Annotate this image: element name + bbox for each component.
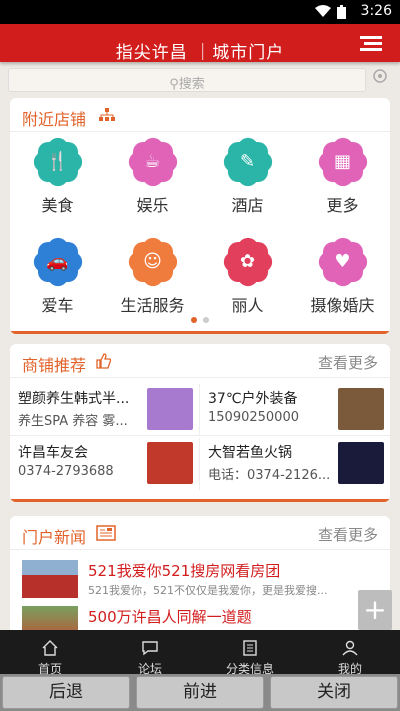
tab-item[interactable]: 论坛 (100, 630, 200, 676)
news-view-more[interactable]: 查看更多 (318, 524, 378, 545)
news-thumbnail (22, 560, 78, 598)
category-item[interactable]: 🚗 爱车 (10, 233, 105, 316)
shop-item[interactable]: 大智若鱼火锅电话：0374-2126... (200, 438, 390, 490)
location-icon[interactable] (372, 68, 388, 84)
portal-news-title: 门户新闻 (22, 528, 87, 547)
news-item[interactable]: 521我爱你521搜房网看房团 521我爱你，521不仅仅是我爱你，更是我爱搜..… (10, 556, 390, 602)
add-button[interactable]: + (358, 590, 392, 630)
shop-thumbnail (147, 442, 193, 484)
shop-thumbnail (338, 388, 384, 430)
search-placeholder: 搜索 (178, 77, 205, 92)
shop-item[interactable]: 许昌车友会 0374-2793688 (10, 438, 200, 490)
category-item[interactable]: ☺ 生活服务 (105, 233, 200, 316)
shop-name: 许昌车友会 (18, 445, 88, 461)
category-item[interactable]: ✎ 酒店 (200, 133, 295, 216)
service-icon: ☺ (124, 233, 181, 291)
battery-icon (337, 5, 346, 19)
food-icon: 🍴 (29, 133, 86, 191)
category-item[interactable]: ▦ 更多 (295, 133, 390, 216)
page-dot (203, 317, 209, 323)
shop-thumbnail (147, 388, 193, 430)
news-title: 521我爱你521搜房网看房团 (88, 562, 281, 580)
back-button[interactable]: 后退 (2, 676, 130, 709)
news-summary: 521我爱你，521不仅仅是我爱你，更是我爱搜... (88, 584, 328, 597)
org-chart-icon (99, 108, 115, 121)
category-label: 酒店 (231, 196, 264, 215)
more-grid-icon: ▦ (314, 133, 371, 191)
wedding-icon: ♥ (314, 233, 371, 291)
shop-name: 大智若鱼火锅 (208, 445, 292, 461)
forward-button[interactable]: 前进 (136, 676, 264, 709)
shop-detail: 电话：0374-2126... (208, 468, 331, 483)
shop-name: 塑颜养生韩式半... (18, 391, 130, 407)
shop-name: 37℃户外装备 (208, 391, 298, 407)
page-title: 指尖许昌 ｜城市门户 (115, 43, 285, 63)
user-icon (342, 640, 358, 656)
newspaper-icon (96, 525, 116, 541)
hotel-icon: ✎ (219, 133, 276, 191)
bottom-tab-bar: 首页 论坛 分类信息 我的 (0, 630, 400, 676)
car-icon: 🚗 (29, 233, 86, 291)
news-thumbnail (22, 606, 78, 630)
category-item[interactable]: ♥ 摄像婚庆 (295, 233, 390, 316)
status-time: 3:26 (360, 3, 392, 19)
category-icon (243, 640, 257, 656)
category-item[interactable]: 🍴 美食 (10, 133, 105, 216)
page-indicator (10, 308, 390, 327)
shops-view-more[interactable]: 查看更多 (318, 352, 378, 373)
beauty-icon: ✿ (219, 233, 276, 291)
search-icon: ⚲ (169, 77, 179, 92)
forum-icon (142, 641, 158, 656)
category-label: 美食 (41, 196, 74, 215)
shop-detail: 15090250000 (208, 410, 299, 425)
shop-item[interactable]: 塑颜养生韩式半... 养生SPA 养容 雾... (10, 384, 200, 436)
category-label: 更多 (326, 196, 359, 215)
shop-item[interactable]: 37℃户外装备 15090250000 (200, 384, 390, 436)
cup-icon: ☕ (124, 133, 181, 191)
tab-item[interactable]: 首页 (0, 630, 100, 676)
news-title: 500万许昌人同解一道题 (88, 608, 252, 626)
browser-controls: 后退 前进 关闭 (0, 674, 400, 711)
recommended-shops-title: 商铺推荐 (22, 356, 87, 375)
home-icon (42, 640, 58, 656)
category-item[interactable]: ☕ 娱乐 (105, 133, 200, 216)
shop-detail: 0374-2793688 (18, 464, 114, 479)
recommended-shops-card: 商铺推荐 查看更多 塑颜养生韩式半... 养生SPA 养容 雾... 37℃户外装备… (10, 344, 390, 502)
menu-icon[interactable] (360, 36, 382, 54)
shop-thumbnail (338, 442, 384, 484)
search-area: ⚲搜索 (0, 62, 400, 96)
nearby-shops-card: 附近店铺 🍴 美食 ☕ 娱乐 ✎ 酒店 ▦ 更多 🚗 爱车 ☺ 生活服务 ✿ 丽人 ♥ 摄像婚庆 (10, 98, 390, 334)
tab-item[interactable]: 分类信息 (200, 630, 300, 676)
portal-news-card: 门户新闻 查看更多 521我爱你521搜房网看房团 521我爱你，521不仅仅是我… (10, 516, 390, 630)
nearby-shops-title: 附近店铺 (22, 110, 87, 129)
wifi-icon (315, 5, 331, 17)
news-item[interactable]: 500万许昌人同解一道题 (10, 602, 390, 630)
tab-item[interactable]: 我的 (300, 630, 400, 676)
shop-detail: 养生SPA 养容 雾... (18, 414, 128, 429)
app-header: 指尖许昌 ｜城市门户 (0, 24, 400, 63)
category-label: 娱乐 (136, 196, 169, 215)
search-input[interactable]: ⚲搜索 (8, 68, 366, 92)
close-button[interactable]: 关闭 (270, 676, 398, 709)
status-bar: 3:26 (0, 0, 400, 24)
page-dot (191, 317, 197, 323)
thumbs-up-icon (96, 353, 112, 369)
category-item[interactable]: ✿ 丽人 (200, 233, 295, 316)
